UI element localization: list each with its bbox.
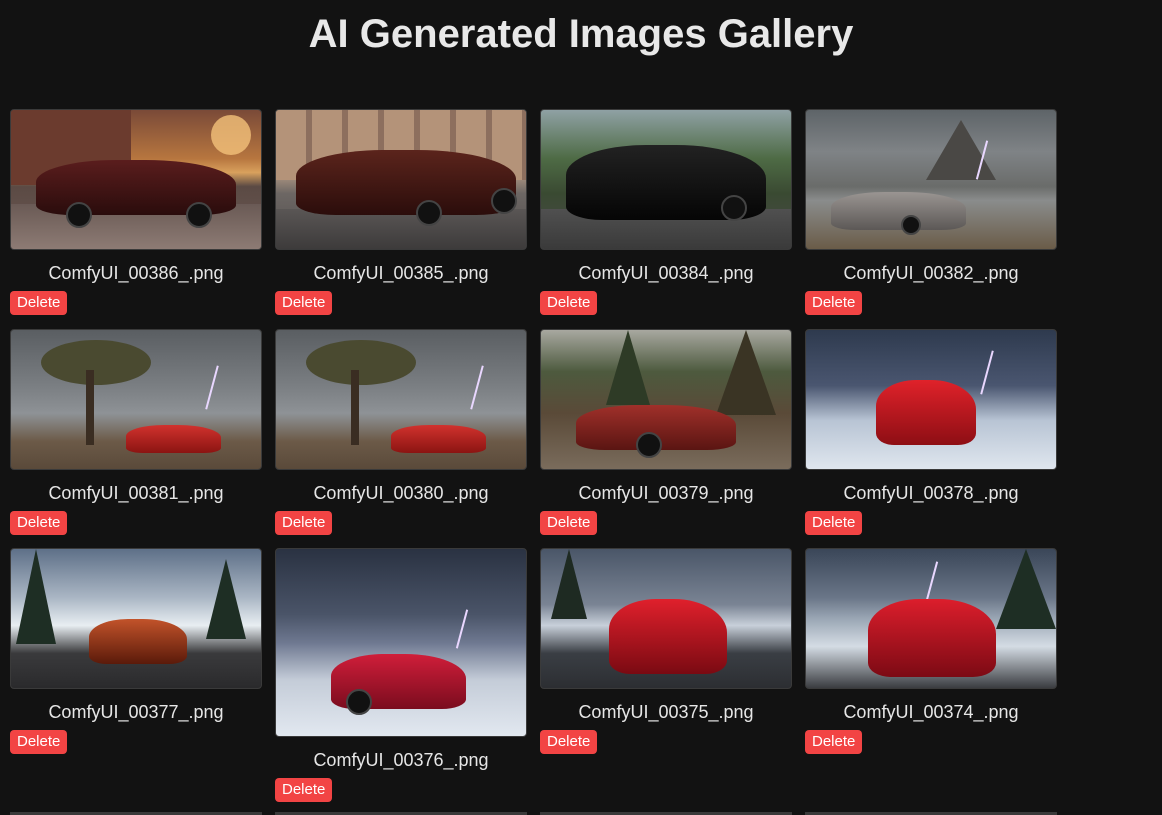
delete-button[interactable]: Delete: [540, 511, 598, 535]
gallery-card: ComfyUI_00376_.png Delete: [275, 548, 527, 802]
image-filename: ComfyUI_00380_.png: [313, 483, 489, 503]
delete-button[interactable]: Delete: [540, 291, 598, 315]
image-filename: ComfyUI_00381_.png: [48, 483, 224, 503]
gallery-card: ComfyUI_00382_.png Delete: [805, 109, 1057, 329]
gallery-image[interactable]: [805, 548, 1057, 689]
image-filename: ComfyUI_00382_.png: [843, 263, 1019, 283]
gallery-image[interactable]: [275, 109, 527, 250]
gallery-card: ComfyUI_00385_.png Delete: [275, 109, 527, 329]
image-filename: ComfyUI_00379_.png: [578, 483, 754, 503]
delete-button[interactable]: Delete: [540, 730, 598, 754]
image-filename: ComfyUI_00378_.png: [843, 483, 1019, 503]
gallery-card: ComfyUI_00374_.png Delete: [805, 548, 1057, 754]
gallery-card: ComfyUI_00386_.png Delete: [10, 109, 262, 329]
image-filename: ComfyUI_00377_.png: [48, 702, 224, 722]
gallery-image[interactable]: [10, 329, 262, 470]
gallery-image[interactable]: [540, 109, 792, 250]
delete-button[interactable]: Delete: [275, 778, 333, 802]
delete-button[interactable]: Delete: [805, 730, 863, 754]
gallery-image[interactable]: [540, 329, 792, 470]
gallery-card: ComfyUI_00378_.png Delete: [805, 329, 1057, 548]
gallery-card: ComfyUI_00379_.png Delete: [540, 329, 792, 548]
gallery-image[interactable]: [10, 548, 262, 689]
delete-button[interactable]: Delete: [805, 511, 863, 535]
gallery-card: ComfyUI_00381_.png Delete: [10, 329, 262, 548]
gallery-card: ComfyUI_00380_.png Delete: [275, 329, 527, 548]
delete-button[interactable]: Delete: [10, 291, 68, 315]
image-filename: ComfyUI_00375_.png: [578, 702, 754, 722]
gallery-image[interactable]: [275, 329, 527, 470]
gallery-image[interactable]: [805, 329, 1057, 470]
image-filename: ComfyUI_00384_.png: [578, 263, 754, 283]
gallery-card: ComfyUI_00384_.png Delete: [540, 109, 792, 329]
gallery-card: ComfyUI_00375_.png Delete: [540, 548, 792, 754]
image-gallery: ComfyUI_00386_.png Delete ComfyUI_00385_…: [10, 109, 1057, 802]
image-filename: ComfyUI_00374_.png: [843, 702, 1019, 722]
image-filename: ComfyUI_00386_.png: [48, 263, 224, 283]
delete-button[interactable]: Delete: [10, 730, 68, 754]
gallery-image[interactable]: [275, 548, 527, 737]
delete-button[interactable]: Delete: [10, 511, 68, 535]
delete-button[interactable]: Delete: [275, 511, 333, 535]
delete-button[interactable]: Delete: [805, 291, 863, 315]
image-filename: ComfyUI_00376_.png: [313, 750, 489, 770]
gallery-image[interactable]: [10, 109, 262, 250]
gallery-image[interactable]: [805, 109, 1057, 250]
gallery-card: ComfyUI_00377_.png Delete: [10, 548, 262, 754]
page-title: AI Generated Images Gallery: [308, 12, 854, 56]
image-filename: ComfyUI_00385_.png: [313, 263, 489, 283]
gallery-image[interactable]: [540, 548, 792, 689]
delete-button[interactable]: Delete: [275, 291, 333, 315]
